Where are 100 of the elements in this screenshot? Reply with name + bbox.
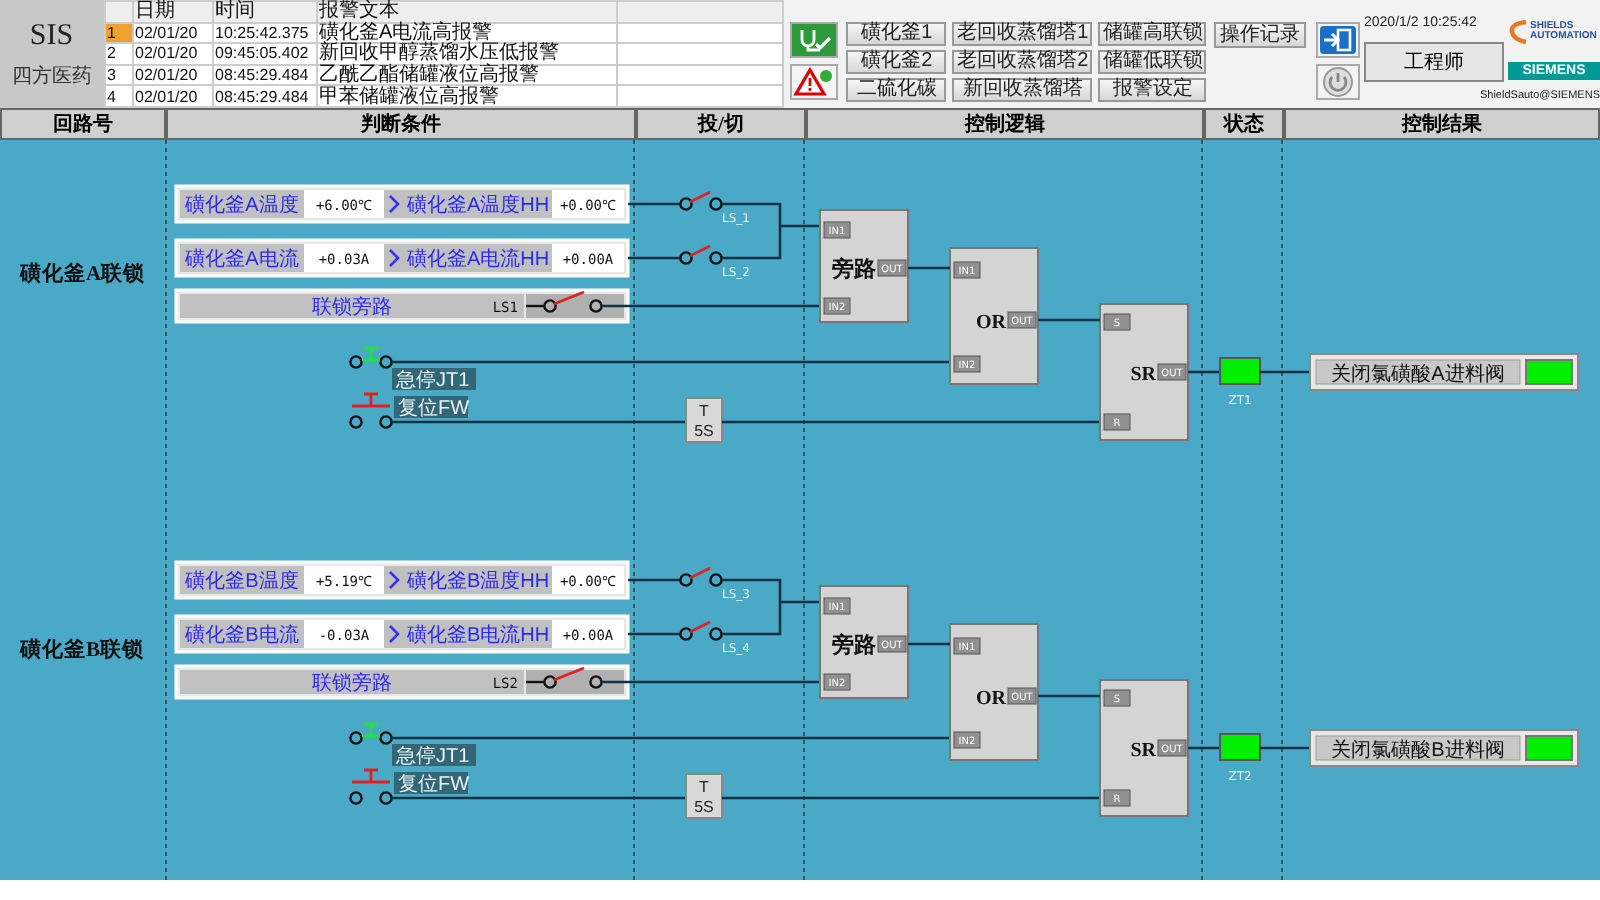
nav-button[interactable]: 老回收蒸馏塔2 [952, 50, 1093, 74]
loop-name: 磺化釜A联锁 [20, 264, 146, 286]
limit-label: 磺化釜A温度HH [404, 190, 552, 218]
timer-block [685, 397, 723, 443]
switch[interactable] [679, 620, 723, 641]
nav-button[interactable]: 磺化釜2 [846, 50, 947, 74]
estop-button[interactable] [349, 346, 393, 369]
block-title: SR [1130, 740, 1156, 762]
block-title: 旁路 [832, 258, 876, 282]
block-title: OR [976, 312, 1006, 334]
connector-line [628, 256, 680, 260]
connector-line [720, 202, 822, 260]
block-title: 旁路 [832, 634, 876, 658]
warning-icon[interactable] [790, 64, 839, 100]
alarm-row[interactable]: 2 02/01/20 09:45:05.402 新回收甲醇蒸馏水压低报警 [104, 43, 784, 65]
connector-line [1260, 746, 1310, 750]
connector-line [908, 266, 950, 270]
exit-icon[interactable] [1316, 22, 1360, 58]
column-header: 状态 [1204, 108, 1284, 140]
condition-label: 磺化釜A电流 [180, 244, 304, 272]
table-cell: 02/01/20 [132, 64, 213, 86]
timer-block [685, 773, 723, 819]
table-cell: 09:45:05.402 [212, 43, 317, 65]
reset-label: 复位FW [394, 396, 470, 420]
connector-line [1188, 746, 1220, 750]
app-title: SIS [29, 19, 74, 53]
alarm-row[interactable]: 1 02/01/20 10:25:42.375 磺化釜A电流高报警 [104, 22, 784, 44]
condition-label: 磺化釜B电流 [180, 620, 304, 648]
row-index-cell: 1 [104, 22, 133, 44]
block-title: SR [1130, 364, 1156, 386]
connector-line [908, 642, 950, 646]
result-label: 关闭氯磺酸A进料阀 [1315, 359, 1521, 386]
column-header: 控制结果 [1284, 108, 1600, 140]
table-cell: 乙酰乙酯储罐液位高报警 [316, 64, 617, 86]
connector-line [1038, 694, 1100, 698]
nav-button[interactable]: 储罐高联锁 [1098, 22, 1207, 46]
table-cell: 磺化釜A电流高报警 [316, 22, 617, 44]
estop-button[interactable] [349, 722, 393, 745]
limit-label: 磺化釜A电流HH [404, 244, 552, 272]
bypass-switch[interactable] [526, 666, 624, 694]
reset-button[interactable] [349, 768, 393, 805]
table-cell: 02/01/20 [132, 43, 213, 65]
row-index-cell: 3 [104, 64, 133, 86]
nav-button[interactable]: 二硫化碳 [846, 78, 947, 102]
nav-button[interactable]: 新回收蒸馏塔 [952, 78, 1093, 102]
timer-delay: 5S [694, 798, 714, 816]
column-header: 回路号 [0, 108, 166, 140]
switch[interactable] [679, 244, 723, 265]
table-header: 时间 [212, 1, 317, 23]
switch[interactable] [679, 566, 723, 587]
compare-icon [384, 244, 404, 272]
reset-label: 复位FW [394, 772, 470, 796]
column-header: 投/切 [636, 108, 806, 140]
result-label: 关闭氯磺酸B进料阀 [1315, 735, 1521, 762]
timer-label: T [699, 778, 709, 796]
table-cell: 新回收甲醇蒸馏水压低报警 [316, 43, 617, 65]
row-index-cell: 2 [104, 43, 133, 65]
loop-name: 磺化釜B联锁 [20, 640, 145, 662]
connector-line [628, 202, 680, 206]
reset-button[interactable] [349, 392, 393, 429]
logic-block [949, 247, 1039, 385]
condition-label: 磺化釜A温度 [180, 190, 304, 218]
connector-line [1188, 370, 1220, 374]
connector-line [1260, 370, 1310, 374]
bypass-switch[interactable] [526, 290, 624, 318]
block-title: OR [976, 688, 1006, 710]
log-button[interactable]: 操作记录 [1214, 22, 1306, 48]
connector-line [628, 578, 680, 582]
table-header: 日期 [132, 1, 213, 23]
power-icon[interactable] [1316, 64, 1360, 100]
user-field: 工程师 [1364, 42, 1504, 82]
company-name: 四方医药 [11, 63, 92, 89]
column-header: 控制逻辑 [806, 108, 1204, 140]
timer-delay: 5S [694, 422, 714, 440]
alarm-row[interactable]: 3 02/01/20 08:45:29.484 乙酰乙酯储罐液位高报警 [104, 64, 784, 86]
timer-label: T [699, 402, 709, 420]
switch[interactable] [679, 190, 723, 211]
limit-label: 磺化釜B温度HH [404, 566, 552, 594]
swoosh-icon [1508, 20, 1528, 45]
table-header: 报警文本 [316, 1, 617, 23]
estop-label: 急停JT1 [392, 744, 476, 768]
nav-button[interactable]: 磺化釜1 [846, 22, 947, 46]
column-header: 判断条件 [166, 108, 636, 140]
connector-line [720, 578, 822, 636]
table-cell: 02/01/20 [132, 22, 213, 44]
compare-icon [384, 620, 404, 648]
limit-label: 磺化釜B电流HH [404, 620, 552, 648]
diagnostics-icon[interactable] [790, 22, 839, 58]
condition-label: 磺化釜B温度 [180, 566, 304, 594]
nav-button[interactable]: 报警设定 [1098, 78, 1207, 102]
table-cell: 10:25:42.375 [212, 22, 317, 44]
compare-icon [384, 566, 404, 594]
nav-button[interactable]: 老回收蒸馏塔1 [952, 22, 1093, 46]
nav-button[interactable]: 储罐低联锁 [1098, 50, 1207, 74]
connector-line [628, 632, 680, 636]
logic-block [949, 623, 1039, 761]
estop-label: 急停JT1 [392, 368, 476, 392]
table-cell: 08:45:29.484 [212, 64, 317, 86]
connector-line [1038, 318, 1100, 322]
compare-icon [384, 190, 404, 218]
